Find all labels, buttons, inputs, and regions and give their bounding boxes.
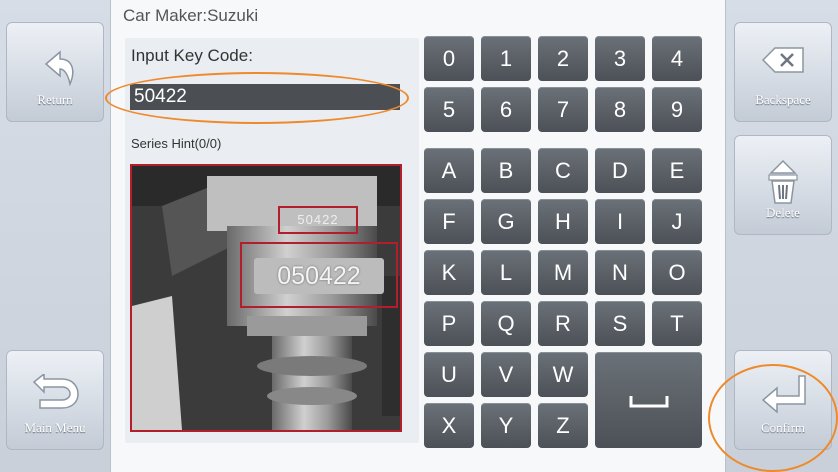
delete-button[interactable]: Delete	[734, 135, 832, 235]
key-photo: 50422 050422	[130, 164, 402, 432]
large-code-box: 050422	[240, 242, 398, 308]
delete-label: Delete	[766, 205, 800, 220]
key-4[interactable]: 4	[652, 36, 702, 81]
key-t[interactable]: T	[652, 301, 702, 346]
large-code-text: 050422	[254, 258, 384, 294]
key-5[interactable]: 5	[424, 87, 474, 132]
key-z[interactable]: Z	[538, 403, 588, 448]
key-code-highlight	[105, 72, 409, 124]
key-7[interactable]: 7	[538, 87, 588, 132]
u-turn-arrow-icon	[32, 374, 79, 409]
key-n[interactable]: N	[595, 250, 645, 295]
backspace-icon	[761, 47, 804, 73]
key-h[interactable]: H	[538, 199, 588, 244]
key-f[interactable]: F	[424, 199, 474, 244]
key-i[interactable]: I	[595, 199, 645, 244]
main-panel: Car Maker:Suzuki Input Key Code: 50422 S…	[105, 0, 725, 472]
key-9[interactable]: 9	[652, 87, 702, 132]
key-a[interactable]: A	[424, 148, 474, 193]
key-c[interactable]: C	[538, 148, 588, 193]
backspace-label: Backspace	[755, 92, 811, 107]
key-g[interactable]: G	[481, 199, 531, 244]
key-code-label: Input Key Code:	[131, 46, 253, 65]
space-key[interactable]	[595, 352, 702, 448]
car-maker-title: Car Maker:Suzuki	[123, 6, 259, 25]
key-q[interactable]: Q	[481, 301, 531, 346]
left-sidebar: Return Main Menu	[0, 0, 111, 472]
key-6[interactable]: 6	[481, 87, 531, 132]
key-w[interactable]: W	[538, 352, 588, 397]
key-e[interactable]: E	[652, 148, 702, 193]
trash-icon	[768, 159, 798, 204]
key-1[interactable]: 1	[481, 36, 531, 81]
key-s[interactable]: S	[595, 301, 645, 346]
key-2[interactable]: 2	[538, 36, 588, 81]
key-k[interactable]: K	[424, 250, 474, 295]
backspace-button[interactable]: Backspace	[734, 22, 832, 122]
right-sidebar: Backspace Delete Confirm	[708, 0, 838, 472]
small-code-text: 50422	[297, 212, 339, 227]
key-8[interactable]: 8	[595, 87, 645, 132]
key-y[interactable]: Y	[481, 403, 531, 448]
return-button[interactable]: Return	[6, 22, 104, 122]
key-u[interactable]: U	[424, 352, 474, 397]
confirm-highlight	[708, 364, 838, 472]
main-menu-label: Main Menu	[24, 420, 86, 435]
key-b[interactable]: B	[481, 148, 531, 193]
key-0[interactable]: 0	[424, 36, 474, 81]
key-3[interactable]: 3	[595, 36, 645, 81]
key-m[interactable]: M	[538, 250, 588, 295]
return-label: Return	[37, 92, 73, 107]
series-hint: Series Hint(0/0)	[131, 136, 222, 151]
key-p[interactable]: P	[424, 301, 474, 346]
key-l[interactable]: L	[481, 250, 531, 295]
key-v[interactable]: V	[481, 352, 531, 397]
space-icon	[629, 396, 668, 408]
small-code-box: 50422	[278, 206, 358, 234]
key-x[interactable]: X	[424, 403, 474, 448]
key-o[interactable]: O	[652, 250, 702, 295]
return-arrow-icon	[44, 50, 74, 87]
main-menu-button[interactable]: Main Menu	[6, 350, 104, 450]
key-r[interactable]: R	[538, 301, 588, 346]
key-d[interactable]: D	[595, 148, 645, 193]
key-j[interactable]: J	[652, 199, 702, 244]
